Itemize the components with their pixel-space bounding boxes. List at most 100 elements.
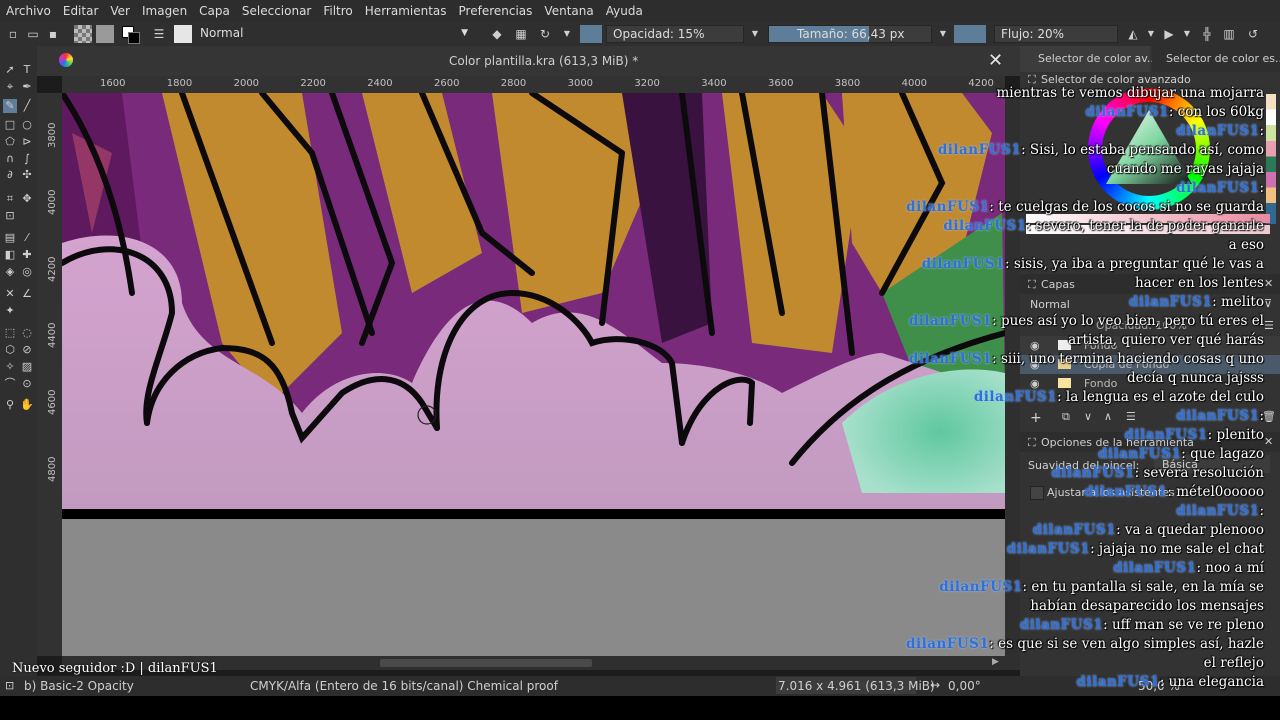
- chat-text: : jajaja no me sale el chat: [1090, 541, 1264, 557]
- rect-select-icon[interactable]: ⬚: [3, 326, 17, 340]
- size-slider[interactable]: Tamaño: 66,43 px: [768, 25, 932, 43]
- similar-select-icon[interactable]: ▨: [20, 360, 34, 374]
- chevron-down-icon[interactable]: ▼: [1180, 27, 1194, 41]
- wrap-around-icon[interactable]: ╬: [1200, 27, 1214, 41]
- close-panel-icon[interactable]: ✕: [1264, 277, 1273, 290]
- chevron-down-icon[interactable]: ▼: [936, 27, 950, 41]
- new-document-icon[interactable]: ▫: [6, 27, 20, 41]
- menu-ventana[interactable]: Ventana: [538, 0, 599, 22]
- scrollbar-thumb[interactable]: [380, 659, 592, 667]
- polyline-tool-icon[interactable]: ⊳: [20, 135, 34, 149]
- freehand-select-icon[interactable]: ⊘: [20, 343, 34, 357]
- freehand-brush-icon[interactable]: ✎: [3, 99, 17, 113]
- edit-shapes-icon[interactable]: ⌖: [3, 80, 17, 94]
- preserve-alpha-icon[interactable]: ▦: [514, 27, 528, 41]
- close-document-icon[interactable]: ✕: [988, 50, 1003, 71]
- transform-tool-icon[interactable]: ⊡: [3, 209, 17, 223]
- gradient-preset-button[interactable]: [74, 25, 92, 43]
- gradient-tool-icon[interactable]: ▤: [3, 231, 17, 245]
- docker-tab-specific[interactable]: Selector de color es...: [1152, 46, 1280, 72]
- chat-username: dilanFUS1: [939, 579, 1023, 595]
- colorize-mask-icon[interactable]: ◧: [3, 248, 17, 262]
- contiguous-select-icon[interactable]: ✧: [3, 360, 17, 374]
- color-picker-icon[interactable]: ⁄: [20, 231, 34, 245]
- chat-username: dilanFUS1: [943, 218, 1027, 234]
- select-shapes-icon[interactable]: ➚: [3, 63, 17, 77]
- smart-patch-icon[interactable]: ✚: [20, 248, 34, 262]
- line-tool-icon[interactable]: ╱: [20, 99, 34, 113]
- assistant-tool-icon[interactable]: ✕: [3, 287, 17, 301]
- menu-editar[interactable]: Editar: [57, 0, 105, 22]
- chat-username: dilanFUS1: [1097, 446, 1182, 462]
- rectangle-tool-icon[interactable]: □: [3, 118, 17, 132]
- chevron-down-icon[interactable]: ▼: [748, 27, 762, 41]
- freehand-path-icon[interactable]: ∫: [20, 152, 34, 166]
- close-panel-icon[interactable]: ✕: [1264, 435, 1273, 448]
- chat-message: decía q nunca jajsss: [844, 369, 1264, 388]
- ruler-tick-label: 3800: [47, 122, 58, 148]
- dynamic-brush-icon[interactable]: ∂: [3, 168, 17, 182]
- reload-preset-icon[interactable]: ↻: [538, 27, 552, 41]
- mirror-horizontal-icon[interactable]: ◭: [1126, 27, 1140, 41]
- measure-tool-icon[interactable]: ∠: [20, 287, 34, 301]
- mirror-vertical-icon[interactable]: ▶: [1162, 27, 1176, 41]
- enclose-fill-icon[interactable]: ◎: [20, 265, 34, 279]
- delete-layer-icon[interactable]: 🗑: [1262, 410, 1276, 423]
- bezier-select-icon[interactable]: ⌒: [3, 377, 17, 391]
- save-icon[interactable]: ▪: [46, 27, 60, 41]
- ellipse-select-icon[interactable]: ◌: [20, 326, 34, 340]
- polygon-select-icon[interactable]: ⬡: [3, 343, 17, 357]
- magnetic-select-icon[interactable]: ⊙: [20, 377, 34, 391]
- chat-message: dilanFUS1: métel0ooooo: [844, 483, 1264, 502]
- flow-slider[interactable]: Flujo: 20%: [994, 25, 1118, 43]
- undo-icon[interactable]: ↺: [1246, 27, 1260, 41]
- chat-text: hacer en los lentes: [1134, 275, 1264, 291]
- menu-filtro[interactable]: Filtro: [317, 0, 358, 22]
- ruler-tick-label: 4000: [47, 189, 58, 215]
- dock-icon[interactable]: ▥: [1222, 27, 1236, 41]
- color-history-strip[interactable]: [1266, 94, 1276, 224]
- bezier-tool-icon[interactable]: ∩: [3, 152, 17, 166]
- chat-text: :: [1259, 408, 1264, 424]
- menu-herramientas[interactable]: Herramientas: [359, 0, 453, 22]
- menu-preferencias[interactable]: Preferencias: [453, 0, 539, 22]
- chat-text: decía q nunca jajsss: [1127, 370, 1264, 386]
- menu-seleccionar[interactable]: Seleccionar: [236, 0, 317, 22]
- zoom-tool-icon[interactable]: ⚲: [3, 398, 17, 412]
- text-tool-icon[interactable]: T: [20, 63, 34, 77]
- menu-ayuda[interactable]: Ayuda: [600, 0, 649, 22]
- background-color-swatch[interactable]: [128, 32, 140, 44]
- ellipse-tool-icon[interactable]: ○: [20, 118, 34, 132]
- chat-username: dilanFUS1: [1076, 674, 1160, 690]
- chevron-down-icon[interactable]: ▼: [560, 27, 574, 41]
- menu-ver[interactable]: Ver: [104, 0, 136, 22]
- blend-mode-select[interactable]: Normal ▼: [194, 25, 476, 43]
- chat-message: dilanFUS1:: [844, 122, 1264, 141]
- polygon-tool-icon[interactable]: ⬠: [3, 135, 17, 149]
- crop-tool-icon[interactable]: ⌗: [3, 192, 17, 206]
- pan-tool-icon[interactable]: ✋: [20, 398, 34, 412]
- ruler-tick-label: 3200: [634, 78, 660, 89]
- multibrush-icon[interactable]: ✣: [20, 168, 34, 182]
- filter-icon[interactable]: ⊽: [1264, 297, 1272, 310]
- pattern-preset-button[interactable]: [96, 25, 114, 43]
- reference-tool-icon[interactable]: ✦: [3, 304, 17, 318]
- move-tool-icon[interactable]: ✥: [20, 192, 34, 206]
- brush-preset-icon[interactable]: [174, 25, 192, 43]
- menu-archivo[interactable]: Archivo: [0, 0, 57, 22]
- color-space[interactable]: CMYK/Alfa (Entero de 16 bits/canal) Chem…: [250, 679, 558, 693]
- chat-username: dilanFUS1: [1128, 294, 1213, 310]
- eraser-mode-icon[interactable]: ◆: [490, 27, 504, 41]
- chat-message: dilanFUS1: Sisi, lo estaba pensando así,…: [844, 141, 1264, 160]
- layers-menu-icon[interactable]: ☰: [1264, 319, 1274, 332]
- opacity-slider[interactable]: Opacidad: 15%: [606, 25, 744, 43]
- menu-capa[interactable]: Capa: [193, 0, 236, 22]
- chevron-down-icon[interactable]: ▼: [1144, 27, 1158, 41]
- brush-settings-icon[interactable]: ☰: [152, 27, 166, 41]
- chat-text: : plenito: [1207, 427, 1264, 443]
- menu-imagen[interactable]: Imagen: [136, 0, 193, 22]
- docker-tab-advanced[interactable]: Selector de color av...: [1020, 46, 1157, 72]
- calligraphy-icon[interactable]: ✒: [20, 80, 34, 94]
- open-folder-icon[interactable]: ▭: [26, 27, 40, 41]
- fill-tool-icon[interactable]: ◈: [3, 265, 17, 279]
